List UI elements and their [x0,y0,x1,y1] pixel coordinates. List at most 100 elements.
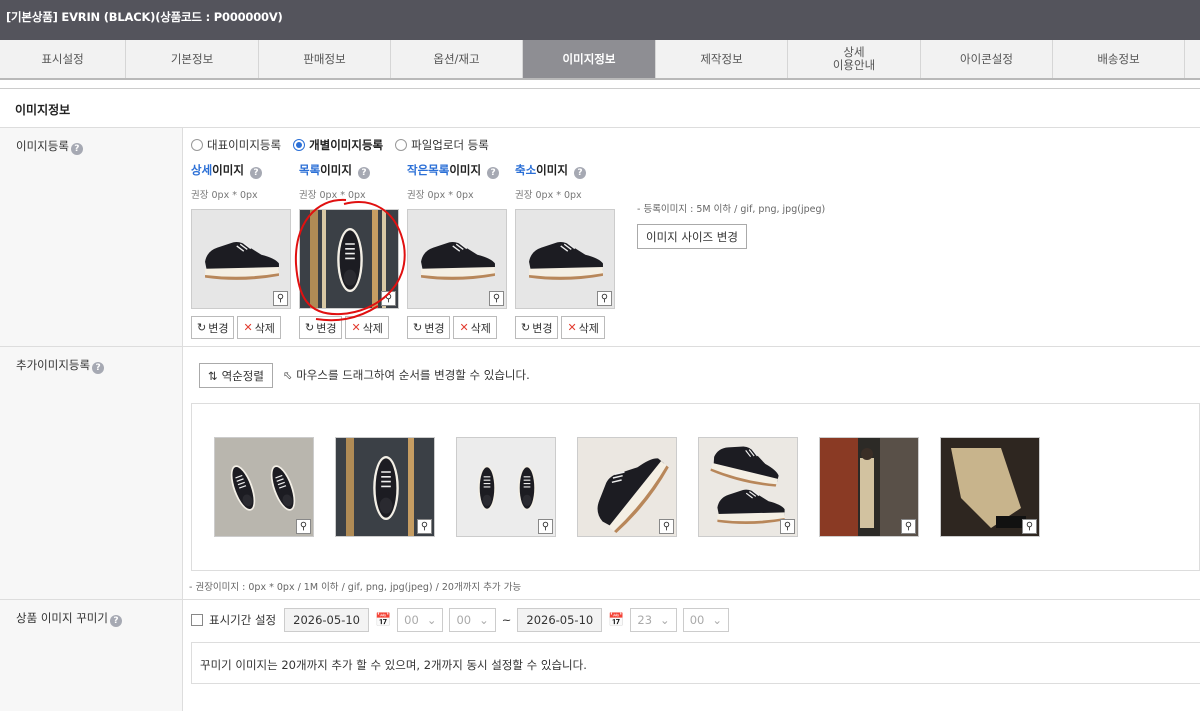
tab-bar: 표시설정 기본정보 판매정보 옵션/재고 이미지정보 제작정보 상세 이용안내 … [0,40,1200,80]
radio-dot[interactable] [191,139,203,151]
reverse-sort-button[interactable]: ⇅ 역순정렬 [199,363,273,388]
window-title: [기본상품] EVRIN (BLACK)(상품코드 : P000000V) [0,0,1200,40]
radio-individual[interactable]: 개별이미지등록 [293,137,383,153]
tab-shipping-info[interactable]: 배송정보 [1053,40,1185,78]
decoration-row: 상품 이미지 꾸미기? 표시기간 설정 2026-05-10 📅 00 ⌄ 00 ⌄… [0,600,1200,711]
help-icon[interactable]: ? [357,167,370,179]
chevron-down-icon: ⌄ [660,613,670,627]
tab-sales-info[interactable]: 판매정보 [259,40,391,78]
additional-images-label-text: 추가이미지등록 [16,358,91,372]
start-date-input[interactable]: 2026-05-10 [284,608,369,632]
end-date-input[interactable]: 2026-05-10 [517,608,603,632]
radio-representative[interactable]: 대표이미지등록 [191,137,281,153]
decoration-info-box: 꾸미기 이미지는 20개까지 추가 할 수 있으며, 2개까지 동시 설정할 수… [191,642,1200,684]
image-register-row: 이미지등록? 대표이미지등록 개별이미지등록 파일업로더 등록 상세이미지 ? … [0,128,1200,347]
range-separator: ~ [501,613,512,627]
tab-detail-guide[interactable]: 상세 이용안내 [788,40,921,78]
radio-label: 대표이미지등록 [207,138,282,152]
image-slot-title-accent: 작은목록 [407,163,450,177]
additional-images-note: - 권장이미지 : 0px * 0px / 1M 이하 / gif, png, … [189,582,522,593]
image-slot-recommendation: 권장 0px * 0px [515,190,582,201]
decoration-content: 표시기간 설정 2026-05-10 📅 00 ⌄ 00 ⌄ ~ 2026-05-1… [183,600,1200,711]
help-icon[interactable]: ? [70,143,83,155]
image-slot-title-rest: 이미지 [320,163,352,177]
chevron-down-icon: ⌄ [426,613,437,627]
cursor-icon: ⬁ [283,368,293,382]
magnifier-icon[interactable]: ⚲ [780,519,795,534]
start-hour-select[interactable]: 00 ⌄ [397,608,444,632]
magnifier-icon[interactable]: ⚲ [296,519,311,534]
tab-image-info[interactable]: 이미지정보 [523,40,656,78]
image-register-label-text: 이미지등록 [16,139,69,153]
image-slot-thumbnail: ⚲ [191,209,291,309]
image-slot-title: 목록이미지 ? [299,162,409,179]
additional-image-item[interactable]: ⚲ [214,437,314,537]
register-mode-radios: 대표이미지등록 개별이미지등록 파일업로더 등록 [191,137,489,153]
x-icon: ✕ [243,321,253,334]
help-icon[interactable]: ? [109,615,122,627]
help-icon[interactable]: ? [92,362,105,374]
magnifier-icon[interactable]: ⚲ [489,291,504,306]
change-button[interactable]: ↻ 변경 [515,316,559,339]
image-slot-title: 상세이미지 ? [191,162,301,179]
additional-image-item[interactable]: ⚲ [940,437,1040,537]
delete-button[interactable]: ✕ 삭제 [453,316,497,339]
additional-images-list: ⚲ ⚲ ⚲ ⚲ ⚲ ⚲ ⚲ [191,403,1200,571]
tab-production-info[interactable]: 제작정보 [656,40,788,78]
tab-display-settings[interactable]: 표시설정 [0,40,126,78]
start-minute-value: 00 [456,613,472,627]
image-size-change-button[interactable]: 이미지 사이즈 변경 [637,224,747,249]
additional-image-item[interactable]: ⚲ [335,437,435,537]
drag-hint-text: 마우스를 드래그하여 순서를 변경할 수 있습니다. [296,368,530,382]
calendar-icon[interactable]: 📅 [608,613,624,628]
magnifier-icon[interactable]: ⚲ [538,519,553,534]
refresh-icon: ↻ [521,321,531,334]
magnifier-icon[interactable]: ⚲ [659,519,674,534]
image-slot-title-accent: 상세 [191,163,213,177]
image-slot-thumbnail: ⚲ [407,209,507,309]
magnifier-icon[interactable]: ⚲ [901,519,916,534]
magnifier-icon[interactable]: ⚲ [597,291,612,306]
change-button-label: 변경 [532,321,553,335]
additional-image-item[interactable]: ⚲ [819,437,919,537]
period-checkbox[interactable] [191,614,203,626]
radio-file-uploader[interactable]: 파일업로더 등록 [395,137,489,153]
change-button[interactable]: ↻ 변경 [191,316,235,339]
image-slot-thumbnail: ⚲ [515,209,615,309]
period-controls: 표시기간 설정 2026-05-10 📅 00 ⌄ 00 ⌄ ~ 2026-05-1… [191,608,729,632]
magnifier-icon[interactable]: ⚲ [1022,519,1037,534]
magnifier-icon[interactable]: ⚲ [417,519,432,534]
image-slot-title-rest: 이미지 [449,163,482,177]
decoration-info-text: 꾸미기 이미지는 20개까지 추가 할 수 있으며, 2개까지 동시 설정할 수… [200,658,587,672]
section-title: 이미지정보 [0,88,1200,128]
radio-dot[interactable] [395,139,408,151]
change-button-label: 변경 [424,321,445,335]
help-icon[interactable]: ? [573,167,586,179]
change-button-label: 변경 [208,321,229,335]
additional-images-label: 추가이미지등록? [0,347,183,599]
tab-icon-settings[interactable]: 아이콘설정 [921,40,1053,78]
end-minute-select[interactable]: 00 ⌄ [682,608,729,632]
period-label: 표시기간 설정 [209,613,277,627]
help-icon[interactable]: ? [249,167,262,179]
tab-options-stock[interactable]: 옵션/재고 [391,40,523,78]
calendar-icon[interactable]: 📅 [375,613,391,628]
image-slot-detail: 상세이미지 ? 권장 0px * 0px ⚲ ↻ 변경 ✕ 삭제 [191,162,301,339]
delete-button-label: 삭제 [470,321,491,335]
delete-button[interactable]: ✕ 삭제 [561,316,605,339]
help-icon[interactable]: ? [487,167,500,179]
additional-image-item[interactable]: ⚲ [698,437,798,537]
delete-button[interactable]: ✕ 삭제 [237,316,281,339]
radio-dot[interactable] [293,139,306,151]
image-register-label: 이미지등록? [0,128,183,346]
tab-basic-info[interactable]: 기본정보 [126,40,259,78]
annotation-circle [294,198,406,322]
additional-image-item[interactable]: ⚲ [577,437,677,537]
additional-image-item[interactable]: ⚲ [456,437,556,537]
start-minute-select[interactable]: 00 ⌄ [449,608,496,632]
image-slot-recommendation: 권장 0px * 0px [191,190,258,201]
delete-button-label: 삭제 [578,321,599,335]
x-icon: ✕ [567,321,577,334]
end-hour-select[interactable]: 23 ⌄ [630,608,677,632]
sort-icon: ⇅ [208,368,218,383]
